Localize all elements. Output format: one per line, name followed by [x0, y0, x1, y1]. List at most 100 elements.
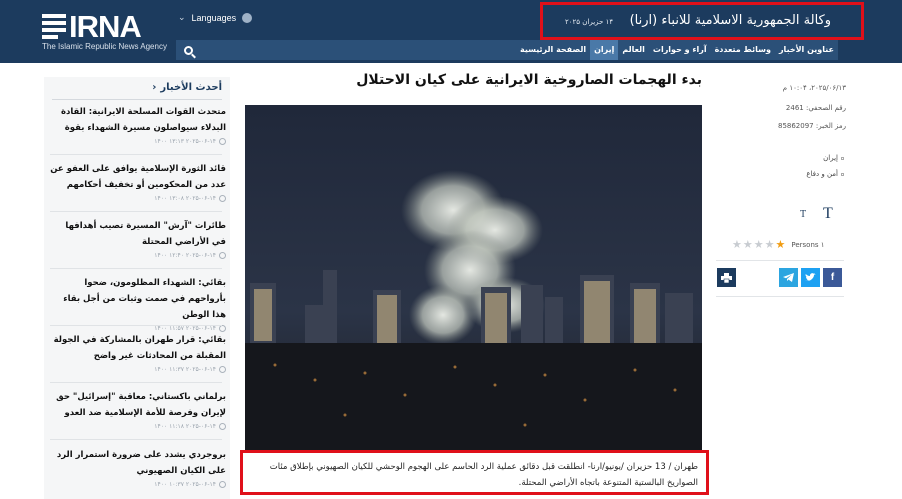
site-title: وكالة الجمهورية الاسلامية للانباء (ارنا)	[629, 13, 831, 28]
telegram-icon	[783, 273, 794, 282]
news-item-time: ۱۴۰۰ ۱۲:۴۰ ۲۰۲۵-۰۶-۱۴	[154, 252, 216, 259]
news-item-time-row: ۱۴۰۰ ۱۳:۱۳ ۲۰۲۵-۰۶-۱۴	[50, 138, 226, 145]
article-datetime: ۲۰۲۵/۰۶/۱۳، ۱۰:۰۴ م	[782, 84, 846, 92]
news-item[interactable]: برلماني باكستاني: معاقبة "إسرائيل" حق لإ…	[50, 389, 226, 430]
print-icon	[721, 272, 732, 283]
nav-item-headlines[interactable]: عناوين الأخبار	[775, 40, 838, 60]
news-item-title[interactable]: بقائي: قرار طهران بالمشاركة في الجولة ال…	[50, 332, 226, 364]
star-icon[interactable]: ★	[732, 238, 742, 251]
site-header: IRNA The Islamic Republic News Agency ⌄ …	[0, 0, 902, 63]
news-item-time: ۱۴۰۰ ۱۰:۳۷ ۲۰۲۵-۰۶-۱۴	[154, 481, 216, 488]
clock-icon	[219, 423, 226, 430]
news-item-time-row: ۱۴۰۰ ۱۰:۳۷ ۲۰۲۵-۰۶-۱۴	[50, 481, 226, 488]
article-lead: طهران / 13 حزيران /يونيو/ارنا- انطلقت قب…	[269, 462, 698, 488]
clock-icon	[219, 138, 226, 145]
news-item-time: ۱۴۰۰ ۱۱:۱۸ ۲۰۲۵-۰۶-۱۴	[154, 423, 216, 430]
chevron-down-icon: ⌄	[178, 12, 186, 22]
logo-subtitle: The Islamic Republic News Agency	[42, 42, 167, 51]
main-nav: الصفحة الرئيسية إيران العالم آراء و حوار…	[516, 40, 838, 60]
header-date: ۱۴ حزیران ۲۰۲۵	[565, 18, 614, 26]
share-twitter-button[interactable]	[801, 268, 820, 287]
divider	[50, 382, 222, 383]
news-item-time: ۱۴۰۰ ۱۱:۳۷ ۲۰۲۵-۰۶-۱۴	[154, 366, 216, 373]
article-lead-highlight: طهران / 13 حزيران /يونيو/ارنا- انطلقت قب…	[240, 450, 709, 495]
language-selector[interactable]: ⌄ Languages	[178, 12, 253, 23]
news-code: رمز الخبر: 85862097	[777, 122, 846, 130]
search-icon	[183, 45, 193, 55]
clock-icon	[219, 195, 226, 202]
news-item-time-row: ۱۴۰۰ ۱۱:۳۷ ۲۰۲۵-۰۶-۱۴	[50, 366, 226, 373]
divider	[50, 154, 222, 155]
news-item[interactable]: بقائي: الشهداء المظلومون، ضحوا بأرواحهم …	[50, 275, 226, 332]
news-item[interactable]: بروجردي يشدد على ضرورة استمرار الرد على …	[50, 447, 226, 488]
nav-item-multimedia[interactable]: وسائط متعددة	[711, 40, 775, 60]
news-item[interactable]: بقائي: قرار طهران بالمشاركة في الجولة ال…	[50, 332, 226, 373]
globe-icon	[242, 12, 253, 23]
latest-news-heading[interactable]: أحدث الأخبار ‹	[152, 82, 222, 93]
news-item-title[interactable]: طائرات "آرش" المسيرة تصيب أهدافها في الأ…	[50, 218, 226, 250]
divider	[50, 439, 222, 440]
article-title: بدء الهجمات الصاروخية الايرانية على كيان…	[356, 72, 702, 88]
star-icon[interactable]: ★	[754, 238, 764, 251]
news-item-title[interactable]: بقائي: الشهداء المظلومون، ضحوا بأرواحهم …	[50, 275, 226, 323]
night-city-explosion-photo-icon	[245, 105, 702, 450]
divider	[50, 268, 222, 269]
clock-icon	[219, 366, 226, 373]
share-facebook-button[interactable]: f	[823, 268, 842, 287]
star-icon[interactable]: ★	[743, 238, 753, 251]
divider	[716, 296, 844, 297]
news-item-time-row: ۱۴۰۰ ۱۱:۵۷ ۲۰۲۵-۰۶-۱۴	[50, 325, 226, 332]
news-item-title[interactable]: قائد الثورة الإسلامية يوافق على العفو عن…	[50, 161, 226, 193]
tag-label: أمن و دفاع	[806, 170, 838, 178]
tag-security[interactable]: أمن و دفاع	[806, 170, 844, 178]
star-icon[interactable]: ★	[765, 238, 775, 251]
news-item[interactable]: طائرات "آرش" المسيرة تصيب أهدافها في الأ…	[50, 218, 226, 259]
star-icon[interactable]: ★	[776, 238, 786, 251]
site-title-highlight: وكالة الجمهورية الاسلامية للانباء (ارنا)…	[540, 2, 864, 40]
share-telegram-button[interactable]	[779, 268, 798, 287]
font-increase-button[interactable]: T	[823, 205, 833, 223]
divider	[50, 211, 222, 212]
nav-item-iran[interactable]: إيران	[590, 40, 619, 60]
news-item-title[interactable]: بروجردي يشدد على ضرورة استمرار الرد على …	[50, 447, 226, 479]
divider	[716, 260, 844, 261]
article-photo[interactable]	[245, 105, 702, 450]
irna-logo-mark-icon	[42, 14, 66, 39]
divider	[50, 325, 222, 326]
news-item-time: ۱۴۰۰ ۱۳:۰۸ ۲۰۲۵-۰۶-۱۴	[154, 195, 216, 202]
tag-bullet-icon	[841, 157, 844, 160]
clock-icon	[219, 481, 226, 488]
rating-persons: Persons ۱	[791, 240, 825, 249]
news-item-time-row: ۱۴۰۰ ۱۱:۱۸ ۲۰۲۵-۰۶-۱۴	[50, 423, 226, 430]
tag-iran[interactable]: إيران	[823, 154, 844, 162]
clock-icon	[219, 252, 226, 259]
news-item-time: ۱۴۰۰ ۱۱:۵۷ ۲۰۲۵-۰۶-۱۴	[154, 325, 216, 332]
news-item-time-row: ۱۴۰۰ ۱۳:۰۸ ۲۰۲۵-۰۶-۱۴	[50, 195, 226, 202]
search-button[interactable]	[176, 40, 200, 60]
font-decrease-button[interactable]: T	[800, 209, 806, 220]
facebook-icon: f	[830, 272, 835, 283]
latest-news-sidebar: أحدث الأخبار ‹ متحدث القوات المسلحة الاي…	[44, 77, 230, 499]
divider	[52, 99, 222, 100]
rating-widget[interactable]: ★ ★ ★ ★ ★ Persons ۱	[732, 238, 825, 251]
nav-item-opinions[interactable]: آراء و حوارات	[649, 40, 711, 60]
news-item-title[interactable]: برلماني باكستاني: معاقبة "إسرائيل" حق لإ…	[50, 389, 226, 421]
logo-word: IRNA	[69, 9, 142, 44]
tag-label: إيران	[823, 154, 838, 162]
print-button[interactable]	[717, 268, 736, 287]
news-item-title[interactable]: متحدث القوات المسلحة الايرانية: القادة ا…	[50, 104, 226, 136]
latest-news-title: أحدث الأخبار	[160, 82, 222, 93]
news-item[interactable]: متحدث القوات المسلحة الايرانية: القادة ا…	[50, 104, 226, 145]
news-number: رقم الصحفي: 2461	[785, 104, 846, 112]
news-item[interactable]: قائد الثورة الإسلامية يوافق على العفو عن…	[50, 161, 226, 202]
news-item-time-row: ۱۴۰۰ ۱۲:۴۰ ۲۰۲۵-۰۶-۱۴	[50, 252, 226, 259]
language-label: Languages	[191, 12, 237, 23]
twitter-icon	[805, 273, 816, 281]
nav-item-world[interactable]: العالم	[618, 40, 649, 60]
chevron-left-icon: ‹	[152, 82, 157, 93]
nav-item-home[interactable]: الصفحة الرئيسية	[516, 40, 590, 60]
tag-bullet-icon	[841, 173, 844, 176]
news-item-time: ۱۴۰۰ ۱۳:۱۳ ۲۰۲۵-۰۶-۱۴	[154, 138, 216, 145]
irna-logo[interactable]: IRNA The Islamic Republic News Agency	[42, 9, 167, 54]
clock-icon	[219, 325, 226, 332]
